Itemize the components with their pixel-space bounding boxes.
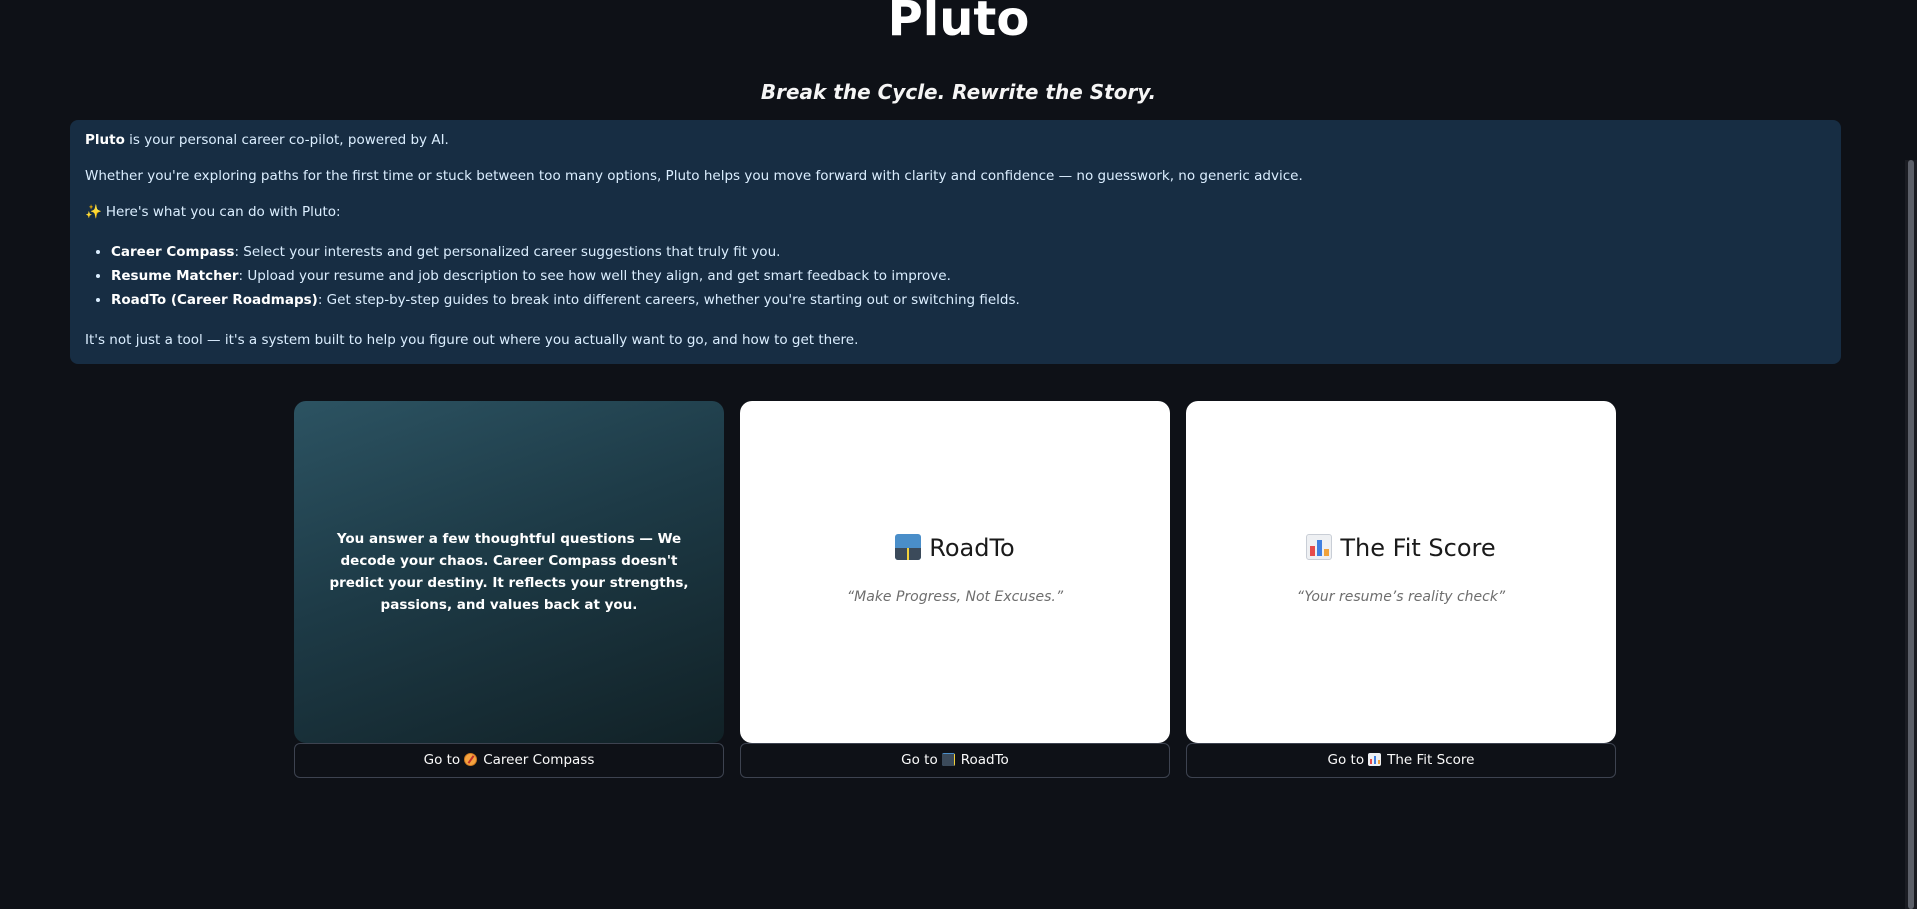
roadto-card: RoadTo “Make Progress, Not Excuses.” — [740, 401, 1170, 743]
sparkle-icon: ✨ — [85, 204, 102, 220]
motorway-icon — [941, 753, 955, 766]
fit-score-card-quote: “Your resume’s reality check” — [1296, 589, 1506, 605]
feature-item-resume-matcher: Resume Matcher: Upload your resume and j… — [111, 264, 1826, 288]
fit-score-card-title: The Fit Score — [1186, 531, 1616, 565]
roadto-label: RoadTo — [960, 752, 1009, 768]
go-to-label: Go to — [1327, 752, 1365, 768]
page-tagline: Break the Cycle. Rewrite the Story. — [760, 80, 1157, 104]
feature-name: RoadTo (Career Roadmaps) — [111, 292, 318, 308]
fit-score-title-text: The Fit Score — [1340, 534, 1496, 562]
bar-chart-icon — [1306, 534, 1333, 560]
roadto-card-title: RoadTo — [740, 531, 1170, 565]
feature-item-career-compass: Career Compass: Select your interests an… — [111, 240, 1826, 264]
bar-chart-icon — [1368, 753, 1382, 766]
go-to-label: Go to — [423, 752, 461, 768]
vertical-scrollbar[interactable] — [1905, 160, 1917, 909]
info-box: Pluto is your personal career co-pilot, … — [70, 120, 1841, 364]
roadto-card-quote: “Make Progress, Not Excuses.” — [846, 589, 1064, 605]
go-to-label: Go to — [901, 752, 938, 768]
feature-item-roadto: RoadTo (Career Roadmaps): Get step-by-st… — [111, 288, 1826, 312]
features-heading: ✨ Here's what you can do with Pluto: — [85, 204, 1826, 220]
motorway-icon — [895, 534, 922, 560]
scrollbar-thumb[interactable] — [1908, 160, 1914, 909]
feature-name: Career Compass — [111, 244, 235, 260]
intro-brand: Pluto — [85, 132, 125, 148]
fit-score-label: The Fit Score — [1387, 752, 1475, 768]
career-compass-label: Career Compass — [483, 752, 595, 768]
fit-score-card: The Fit Score “Your resume’s reality che… — [1186, 401, 1616, 743]
feature-desc: : Upload your resume and job description… — [238, 268, 951, 284]
intro-paragraph: Pluto is your personal career co-pilot, … — [85, 132, 1826, 148]
feature-name: Resume Matcher — [111, 268, 239, 284]
career-compass-card-text: You answer a few thoughtful questions — … — [329, 531, 689, 613]
feature-desc: : Select your interests and get personal… — [234, 244, 781, 260]
features-list: Career Compass: Select your interests an… — [85, 240, 1826, 312]
go-to-roadto-button[interactable]: Go to RoadTo — [740, 743, 1170, 778]
intro-text: is your personal career co-pilot, powere… — [124, 132, 449, 148]
features-heading-text: Here's what you can do with Pluto: — [105, 204, 341, 220]
description-paragraph: Whether you're exploring paths for the f… — [85, 168, 1303, 184]
go-to-career-compass-button[interactable]: Go to Career Compass — [294, 743, 724, 778]
closing-paragraph: It's not just a tool — it's a system bui… — [85, 332, 859, 348]
compass-icon — [464, 753, 478, 766]
career-compass-card: You answer a few thoughtful questions — … — [294, 401, 724, 743]
feature-desc: : Get step-by-step guides to break into … — [317, 292, 1020, 308]
roadto-title-text: RoadTo — [929, 534, 1015, 562]
page-title: Pluto — [887, 0, 1030, 47]
go-to-fit-score-button[interactable]: Go to The Fit Score — [1186, 743, 1616, 778]
